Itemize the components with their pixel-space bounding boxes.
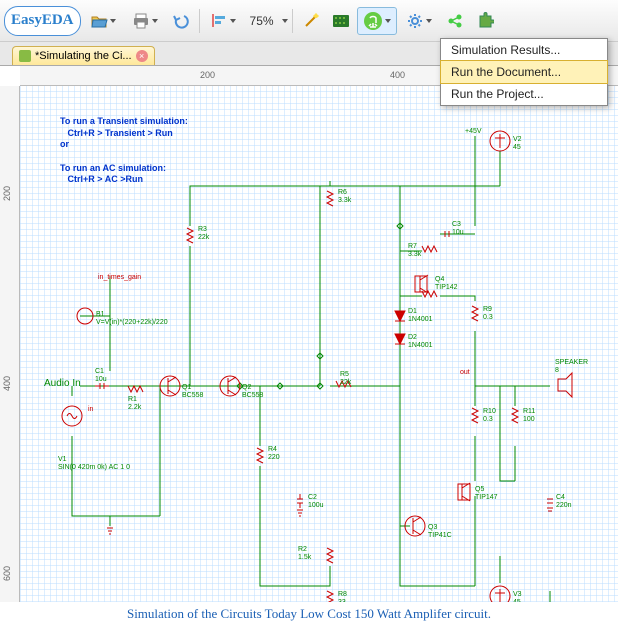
comp-label: D1 1N4001 xyxy=(408,308,433,323)
tab-close-button[interactable]: × xyxy=(136,50,148,62)
logo-text: EasyEDA xyxy=(11,12,74,29)
comp-label: R7 3.3k xyxy=(408,243,421,258)
share-icon xyxy=(446,12,464,30)
open-button[interactable] xyxy=(83,7,123,35)
net-label: in_times_gain xyxy=(98,274,141,281)
comp-label: R3 22k xyxy=(198,226,209,241)
puzzle-icon xyxy=(476,12,494,30)
zoom-level[interactable]: 75% xyxy=(246,14,278,28)
ruler-tick: 200 xyxy=(2,186,12,201)
align-icon xyxy=(212,13,228,29)
comp-label: R4 220 xyxy=(268,446,280,461)
tab-document[interactable]: *Simulating the Ci... × xyxy=(12,46,155,65)
tab-title: *Simulating the Ci... xyxy=(35,50,132,62)
undo-button[interactable] xyxy=(167,7,195,35)
comp-label: D2 1N4001 xyxy=(408,334,433,349)
comp-label: R1 2.2k xyxy=(128,396,141,411)
print-button[interactable] xyxy=(125,7,165,35)
comp-label: SPEAKER 8 xyxy=(555,359,588,374)
ruler-vertical: 200 400 600 xyxy=(0,86,20,602)
comp-label: R11 100 xyxy=(523,408,535,423)
comp-label: R9 0.3 xyxy=(483,306,493,321)
comp-label: Q2 BC558 xyxy=(242,384,263,399)
comp-label: Q5 TIP147 xyxy=(475,486,498,501)
menu-run-document[interactable]: Run the Document... xyxy=(440,60,608,84)
pcb-button[interactable] xyxy=(327,7,355,35)
wand-icon xyxy=(302,12,320,30)
comp-label: R5 22k xyxy=(340,371,351,386)
menu-simulation-results[interactable]: Simulation Results... xyxy=(441,39,607,61)
comp-label: V3 45 xyxy=(513,591,522,602)
net-label: out xyxy=(460,369,470,376)
comp-label: V2 45 xyxy=(513,136,522,151)
comp-label: R2 1.5k xyxy=(298,546,311,561)
comp-label: Q3 TIP41C xyxy=(428,524,452,539)
ruler-tick: 600 xyxy=(2,566,12,581)
ruler-tick: 400 xyxy=(390,70,405,80)
comp-label: C3 10u xyxy=(452,221,464,236)
comp-label: +45V xyxy=(465,128,482,136)
schematic[interactable]: To run a Transient simulation: Ctrl+R > … xyxy=(20,86,618,602)
zoom-dropdown-icon[interactable] xyxy=(282,19,288,23)
toolbar: EasyEDA 75% xyxy=(0,0,618,42)
undo-icon xyxy=(172,12,190,30)
run-icon xyxy=(363,11,383,31)
label-audio-in: Audio In xyxy=(44,378,81,389)
wand-button[interactable] xyxy=(297,7,325,35)
canvas-area: 200 400 200 400 600 To run a Transient s… xyxy=(0,66,618,602)
comp-label: Q4 TIP142 xyxy=(435,276,458,291)
tab-icon xyxy=(19,50,31,62)
comp-label: V1 SIN(0 420m 0k) AC 1 0 xyxy=(58,456,130,471)
caption: Simulation of the Circuits Today Low Cos… xyxy=(0,606,618,622)
share-button[interactable] xyxy=(441,7,469,35)
comp-label: R10 0.3 xyxy=(483,408,496,423)
comp-label: C1 10u xyxy=(95,368,107,383)
comp-label: C4 220n xyxy=(556,494,572,509)
comp-label: R6 3.3k xyxy=(338,189,351,204)
gear-icon xyxy=(406,12,424,30)
net-label: in xyxy=(88,406,93,413)
comp-label: B1 V=V(in)*(220+22k)/220 xyxy=(96,311,168,326)
comp-label: R8 33 xyxy=(338,591,347,602)
folder-icon xyxy=(90,12,108,30)
settings-button[interactable] xyxy=(399,7,439,35)
align-button[interactable] xyxy=(204,7,244,35)
pcb-icon xyxy=(331,12,351,30)
ruler-tick: 200 xyxy=(200,70,215,80)
comp-label: C2 100u xyxy=(308,494,324,509)
printer-icon xyxy=(132,12,150,30)
run-button[interactable] xyxy=(357,7,397,35)
menu-run-project[interactable]: Run the Project... xyxy=(441,83,607,105)
puzzle-button[interactable] xyxy=(471,7,499,35)
run-dropdown-menu: Simulation Results... Run the Document..… xyxy=(440,38,608,106)
logo[interactable]: EasyEDA xyxy=(4,6,81,36)
comp-label: Q1 BC558 xyxy=(182,384,203,399)
note-transient: To run a Transient simulation: Ctrl+R > … xyxy=(60,116,188,186)
ruler-tick: 400 xyxy=(2,376,12,391)
